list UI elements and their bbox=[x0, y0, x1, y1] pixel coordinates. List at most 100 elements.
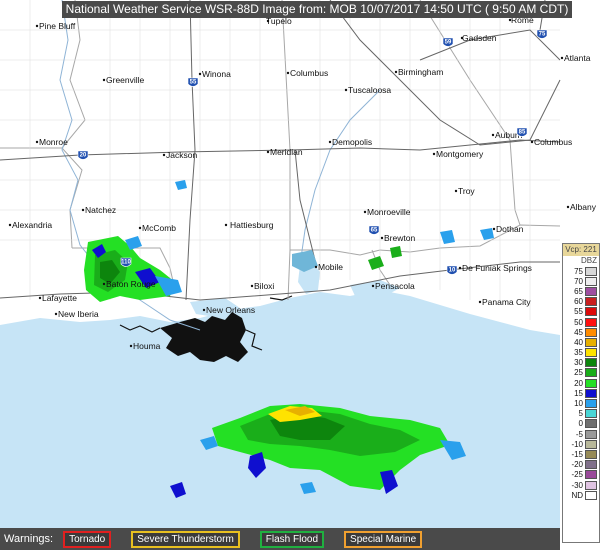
svg-text:59: 59 bbox=[445, 40, 452, 46]
vcp-label: Vcp: 221 bbox=[563, 244, 599, 256]
warning-severe-thunderstorm-button[interactable]: Severe Thunderstorm bbox=[131, 530, 240, 548]
interstate-shield-20: 20 bbox=[77, 150, 89, 160]
svg-text:65: 65 bbox=[371, 228, 378, 234]
legend-value: 40 bbox=[574, 337, 583, 347]
city-label: Montgomery bbox=[436, 149, 484, 159]
legend-value: 60 bbox=[574, 297, 583, 307]
legend-value: -10 bbox=[571, 439, 583, 449]
legend-row: -10 bbox=[563, 439, 599, 449]
legend-swatch bbox=[585, 368, 597, 378]
legend-value: -30 bbox=[571, 480, 583, 490]
city-label: Lafayette bbox=[42, 293, 77, 303]
city-label: Brewton bbox=[384, 233, 415, 243]
legend-swatch bbox=[585, 297, 597, 307]
legend-row: -5 bbox=[563, 429, 599, 439]
legend-value: -5 bbox=[575, 429, 583, 439]
legend-swatch bbox=[585, 490, 597, 500]
legend-value: 0 bbox=[578, 419, 583, 429]
interstate-shield-10-east: 10 bbox=[446, 265, 458, 275]
legend-unit: DBZ bbox=[581, 256, 597, 265]
legend-value: 5 bbox=[578, 409, 583, 419]
city-label: Gadsden bbox=[462, 33, 497, 43]
legend-row: -20 bbox=[563, 460, 599, 470]
legend-row: 75 bbox=[563, 266, 599, 276]
legend-row: -15 bbox=[563, 449, 599, 459]
svg-text:75: 75 bbox=[539, 32, 546, 38]
city-label: Mobile bbox=[318, 262, 343, 272]
legend-row: 10 bbox=[563, 398, 599, 409]
legend-swatch bbox=[585, 266, 597, 276]
legend-value: 45 bbox=[574, 327, 583, 337]
legend-row: 45 bbox=[563, 327, 599, 337]
legend-row: 20 bbox=[563, 378, 599, 388]
legend-row: 0 bbox=[563, 419, 599, 429]
legend-swatch bbox=[585, 388, 597, 398]
city-label: Demopolis bbox=[332, 137, 372, 147]
legend-swatch bbox=[585, 429, 597, 439]
legend-value: 20 bbox=[574, 378, 583, 388]
legend-swatch bbox=[585, 327, 597, 337]
legend-value: 55 bbox=[574, 307, 583, 317]
warning-flash-flood-button[interactable]: Flash Flood bbox=[259, 530, 325, 548]
city-label: Natchez bbox=[85, 205, 116, 215]
city-label: Jackson bbox=[166, 150, 197, 160]
legend-swatch bbox=[585, 276, 597, 286]
legend-value: -25 bbox=[571, 470, 583, 480]
warning-tornado-button[interactable]: Tornado bbox=[63, 530, 112, 548]
city-label: Tuscaloosa bbox=[348, 85, 391, 95]
legend-value: 75 bbox=[574, 266, 583, 276]
legend-swatch bbox=[585, 480, 597, 490]
city-label: Atlanta bbox=[564, 53, 591, 63]
legend-swatch bbox=[585, 337, 597, 347]
legend-swatch bbox=[585, 460, 597, 470]
legend-swatch bbox=[585, 348, 597, 358]
svg-text:85: 85 bbox=[519, 130, 526, 136]
city-label: Dothan bbox=[496, 224, 524, 234]
city-label: New Orleans bbox=[206, 305, 255, 315]
legend-row: 25 bbox=[563, 368, 599, 378]
interstate-shield-75: 75 bbox=[536, 29, 548, 39]
city-label: Biloxi bbox=[254, 281, 274, 291]
interstate-shield-65: 65 bbox=[368, 225, 380, 235]
legend-value: 10 bbox=[574, 399, 583, 409]
legend-row: 70 bbox=[563, 276, 599, 286]
legend-swatch bbox=[585, 419, 597, 429]
legend-swatch bbox=[585, 358, 597, 368]
legend-swatch bbox=[585, 307, 597, 317]
city-label: Pensacola bbox=[375, 281, 415, 291]
interstate-shield-110: 110 bbox=[120, 257, 131, 267]
city-label: Meridian bbox=[270, 147, 303, 157]
legend-row: -25 bbox=[563, 470, 599, 480]
legend-swatch bbox=[585, 286, 597, 296]
legend-row: -30 bbox=[563, 480, 599, 490]
legend-row: 35 bbox=[563, 348, 599, 358]
city-label: Columbus bbox=[290, 68, 328, 78]
city-label: Birmingham bbox=[398, 67, 443, 77]
city-label: Houma bbox=[133, 341, 161, 351]
radar-map[interactable]: Pine Bluff Tupelo Gadsden Rome Atlanta G… bbox=[0, 0, 600, 528]
legend-value: -15 bbox=[571, 449, 583, 459]
image-title: National Weather Service WSR-88D Image f… bbox=[62, 1, 572, 18]
svg-text:20: 20 bbox=[80, 153, 87, 159]
legend-row: 30 bbox=[563, 358, 599, 368]
city-label: Baton Rouge bbox=[106, 279, 156, 289]
legend-row: 15 bbox=[563, 388, 599, 398]
legend-swatch bbox=[585, 378, 597, 388]
legend-value: 15 bbox=[574, 388, 583, 398]
legend-row: 50 bbox=[563, 317, 599, 327]
warning-special-marine-button[interactable]: Special Marine bbox=[344, 530, 423, 548]
city-label: Winona bbox=[202, 69, 231, 79]
legend-value: 50 bbox=[574, 317, 583, 327]
city-label: Alexandria bbox=[12, 220, 52, 230]
legend-swatch bbox=[585, 449, 597, 459]
legend-swatch bbox=[585, 399, 597, 409]
warnings-bar: Warnings: Tornado Severe Thunderstorm Fl… bbox=[0, 528, 560, 550]
legend-row: 40 bbox=[563, 337, 599, 347]
warnings-label: Warnings: bbox=[4, 533, 54, 545]
legend-row: 5 bbox=[563, 409, 599, 419]
legend-row: 55 bbox=[563, 307, 599, 317]
legend-swatch bbox=[585, 470, 597, 480]
city-label: Panama City bbox=[482, 297, 531, 307]
radar-viewer: Pine Bluff Tupelo Gadsden Rome Atlanta G… bbox=[0, 0, 600, 550]
legend-value: 35 bbox=[574, 348, 583, 358]
